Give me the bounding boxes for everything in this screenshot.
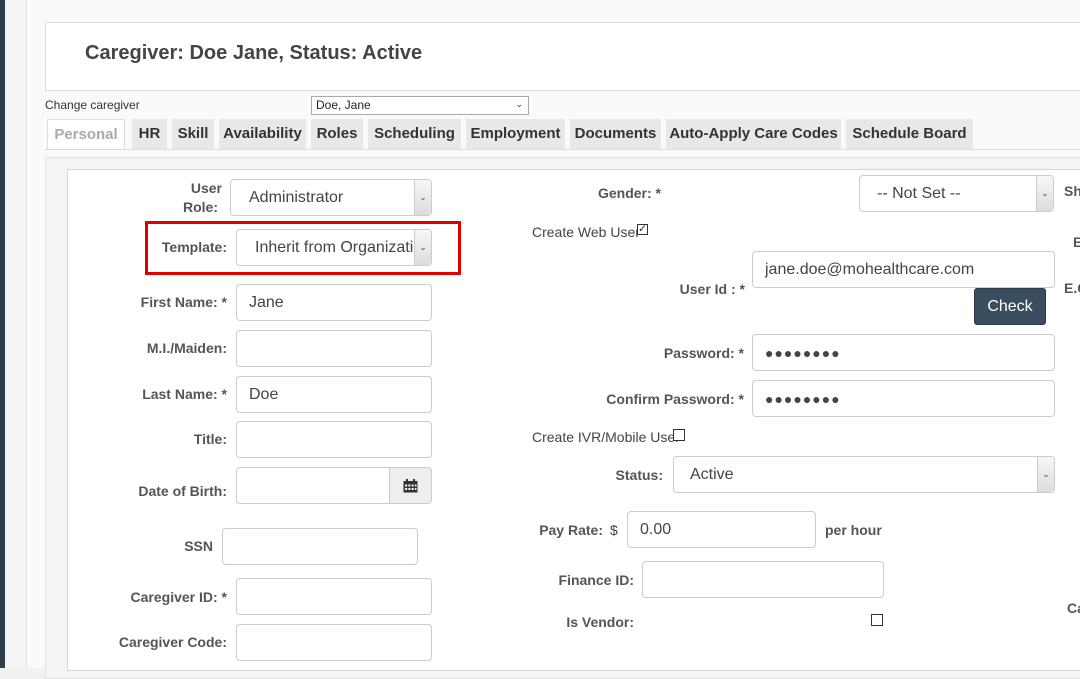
ssn-label: SSN (184, 538, 213, 554)
caregiver-id-input[interactable] (236, 578, 432, 615)
caregiver-code-input[interactable] (236, 624, 432, 661)
caregiver-code-label: Caregiver Code: (118, 634, 227, 650)
password-label: Password: * (663, 345, 744, 361)
password-value: ●●●●●●●● (765, 344, 841, 361)
mi-maiden-input[interactable] (236, 330, 432, 367)
chevron-down-icon: ⌄ (515, 99, 523, 109)
create-ivr-mobile-user-label: Create IVR/Mobile User (532, 429, 680, 445)
tab-employment[interactable]: Employment (466, 119, 565, 149)
template-value: Inherit from Organizatio (255, 238, 423, 256)
caregiver-id-label: Caregiver ID: * (130, 589, 227, 605)
finance-id-input[interactable] (642, 561, 884, 598)
template-select[interactable]: Inherit from Organizatio ⌄ (236, 229, 432, 266)
last-name-input[interactable]: Doe (236, 376, 432, 413)
change-caregiver-label: Change caregiver (45, 98, 140, 112)
chevron-down-icon: ⌄ (1037, 457, 1054, 492)
pay-rate-value: 0.00 (640, 520, 672, 538)
tab-personal[interactable]: Personal (47, 119, 125, 149)
create-web-user-checkbox[interactable]: ✓ (637, 224, 648, 235)
tab-scheduling[interactable]: Scheduling (368, 119, 461, 149)
pay-rate-unit: per hour (825, 522, 882, 538)
status-label: Status: (615, 467, 663, 483)
tab-documents[interactable]: Documents (570, 119, 661, 149)
date-of-birth-label: Date of Birth: (138, 483, 227, 499)
chevron-down-icon: ⌄ (414, 180, 431, 215)
user-role-label-line2: Role: (183, 199, 218, 215)
finance-id-label: Finance ID: (558, 572, 634, 588)
is-vendor-checkbox[interactable] (871, 614, 883, 626)
first-name-value: Jane (249, 293, 284, 311)
caregiver-select-value: Doe, Jane (316, 98, 371, 112)
user-role-select[interactable]: Administrator ⌄ (230, 179, 432, 216)
gender-label: Gender: * (597, 185, 661, 201)
gender-select[interactable]: -- Not Set -- ⌄ (859, 175, 1054, 212)
chevron-down-icon: ⌄ (1036, 176, 1053, 211)
tab-schedule-board[interactable]: Schedule Board (846, 119, 973, 149)
is-vendor-label: Is Vendor: (566, 614, 634, 630)
date-of-birth-input[interactable] (236, 467, 390, 504)
pay-rate-input[interactable]: 0.00 (627, 511, 816, 548)
confirm-password-input[interactable]: ●●●●●●●● (752, 380, 1055, 417)
calendar-icon (403, 478, 418, 492)
tab-auto-apply-care-codes[interactable]: Auto-Apply Care Codes (666, 119, 841, 149)
clipped-label-1: Sh (1064, 183, 1080, 199)
calendar-button[interactable] (389, 467, 432, 504)
create-web-user-label: Create Web User (532, 224, 640, 240)
mi-maiden-label: M.I./Maiden: (146, 340, 227, 356)
last-name-value: Doe (249, 385, 279, 403)
template-label: Template: (161, 239, 227, 255)
status-value: Active (690, 465, 734, 483)
first-name-label: First Name: * (140, 294, 227, 310)
gender-value: -- Not Set -- (877, 184, 961, 202)
confirm-password-value: ●●●●●●●● (765, 390, 841, 407)
chevron-down-icon: ⌄ (414, 230, 431, 265)
title-input[interactable] (236, 421, 432, 458)
last-name-label: Last Name: * (142, 386, 227, 402)
user-id-value: jane.doe@mohealthcare.com (765, 260, 975, 278)
caregiver-select[interactable]: Doe, Jane ⌄ (311, 96, 529, 115)
create-ivr-mobile-user-checkbox[interactable] (673, 429, 685, 441)
tab-availability[interactable]: Availability (219, 119, 306, 149)
clipped-label-3: E.C (1064, 280, 1080, 296)
user-role-value: Administrator (249, 188, 344, 206)
confirm-password-label: Confirm Password: * (606, 391, 744, 407)
clipped-label-2: E (1073, 234, 1080, 250)
user-id-input[interactable]: jane.doe@mohealthcare.com (752, 251, 1055, 288)
user-role-label-line1: User (190, 180, 222, 196)
check-button[interactable]: Check (974, 288, 1046, 325)
tab-roles[interactable]: Roles (311, 119, 363, 149)
page-title: Caregiver: Doe Jane, Status: Active (85, 42, 423, 64)
pay-rate-currency: $ (610, 522, 618, 538)
password-input[interactable]: ●●●●●●●● (752, 334, 1055, 371)
first-name-input[interactable]: Jane (236, 284, 432, 321)
user-id-label: User Id : * (679, 281, 745, 297)
tab-skill[interactable]: Skill (172, 119, 214, 149)
checkmark-icon: ✓ (638, 223, 648, 235)
clipped-label-4: Ca (1067, 600, 1080, 616)
ssn-input[interactable] (222, 528, 418, 565)
tab-divider (45, 149, 1080, 150)
status-select[interactable]: Active ⌄ (673, 456, 1055, 493)
title-label: Title: (193, 431, 227, 447)
tab-hr[interactable]: HR (132, 119, 167, 149)
pay-rate-label: Pay Rate: (539, 522, 603, 538)
